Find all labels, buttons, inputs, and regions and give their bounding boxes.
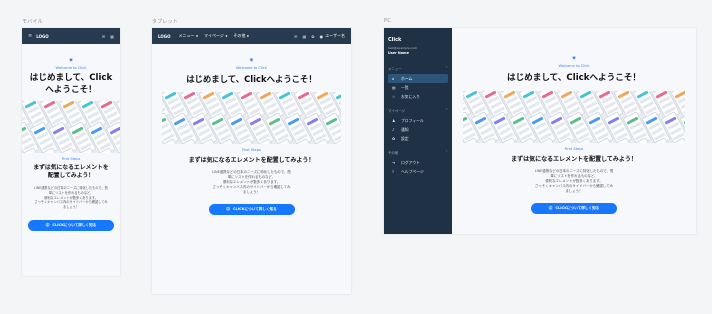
list-icon: ▤: [392, 85, 396, 90]
sidebar-item-label: お気に入り: [401, 93, 420, 99]
home-icon: ⌂: [392, 76, 395, 81]
user-menu[interactable]: ● ユーザー名: [320, 33, 345, 39]
grid-icon[interactable]: ▦: [110, 34, 114, 39]
hamburger-icon[interactable]: ≡: [28, 33, 32, 39]
section-title: まずは気になるエレメントを配置してみよう！: [511, 156, 637, 163]
sidebar-item[interactable]: ▤ 一覧: [388, 83, 448, 92]
welcome-text: Welcome to Click: [55, 66, 87, 70]
nav-other-dropdown[interactable]: その他 ▼: [233, 33, 249, 39]
mypage-section-header[interactable]: マイページ ⌃: [388, 108, 448, 113]
page-title: はじめまして、Click へようこそ！: [29, 73, 113, 95]
star-icon: ☆: [392, 94, 396, 99]
sidebar-item-label: ヘルプページ: [401, 168, 424, 174]
first-steps-label: First Steps: [61, 157, 81, 162]
other-section-header[interactable]: その他 ⌃: [388, 150, 448, 155]
sparkle-icon: ✷: [248, 57, 255, 64]
page-title: はじめまして、Clickへようこそ！: [186, 74, 317, 84]
sidebar-item[interactable]: ♟ プロフィール: [388, 116, 448, 125]
mobile-header: ≡ LOGO ✉ ▦: [22, 28, 120, 44]
section-title: まずは気になるエレメントを配置してみよう！: [188, 157, 315, 164]
logout-icon: ⇥: [392, 160, 396, 165]
mail-icon[interactable]: ✉: [102, 34, 105, 39]
sparkle-icon: ✷: [68, 57, 74, 64]
sidebar-item[interactable]: ☆ お気に入り: [388, 92, 448, 101]
pc-frame: Click test@example.com User Name メニュー ⌃ ⌂…: [384, 28, 696, 234]
chevron-up-icon: ⌃: [445, 150, 448, 154]
hero-banner-image: [162, 92, 341, 144]
label-mobile: モバイル: [22, 19, 43, 25]
menu-section-header[interactable]: メニュー ⌃: [388, 66, 448, 71]
first-steps-label: First Steps: [564, 147, 584, 151]
sidebar-item-label: プロフィール: [401, 117, 424, 123]
chevron-up-icon: ⌃: [445, 108, 448, 112]
mobile-hero: ✷ Welcome to Click はじめまして、Click へようこそ！ F…: [22, 44, 120, 231]
app-name: Click: [388, 37, 402, 43]
logo[interactable]: LOGO: [158, 34, 171, 39]
nav-mypage-dropdown[interactable]: マイページ ▼: [204, 33, 227, 39]
chevron-down-icon: ▼: [225, 34, 228, 38]
sidebar-item[interactable]: ⇥ ログアウト: [388, 158, 448, 167]
pc-sidebar: Click test@example.com User Name メニュー ⌃ ⌂…: [384, 28, 452, 234]
chevron-up-icon: ⌃: [445, 66, 448, 70]
hero-banner-image: [463, 91, 685, 143]
sidebar-item-label: 通知: [401, 126, 409, 132]
cta-button[interactable]: ⓵ CLICKについて詳しく知る: [531, 202, 617, 214]
description: LINE連携などの日本のニーズに特化したもので、簡 単にリストを作れるものなど、…: [212, 170, 291, 194]
user-email: test@example.com: [388, 46, 418, 50]
cta-button[interactable]: ⓵ CLICKについて詳しく知る: [208, 203, 295, 215]
user-name: User Name: [388, 51, 409, 55]
page-title: はじめまして、Clickへようこそ！: [506, 73, 642, 83]
pc-hero: ✷ Welcome to Click はじめまして、Clickへようこそ！ Fi…: [452, 28, 696, 214]
label-pc: PC: [384, 18, 391, 24]
bell-icon: ♪: [392, 127, 395, 132]
hero-banner-image: [22, 101, 120, 154]
grid-icon[interactable]: ▦: [302, 34, 306, 39]
sidebar-item[interactable]: ♪ 通知: [388, 125, 448, 134]
user-icon: ♟: [392, 118, 396, 123]
description: LINE連携などの日本のニーズに特化したもので、簡 単にリストを作れるものなど、…: [534, 169, 614, 193]
sidebar-item-label: ホーム: [401, 75, 413, 81]
section-title: まずは気になるエレメントを 配置してみよう！: [33, 165, 109, 180]
user-avatar-icon: ●: [319, 33, 324, 39]
welcome-text: Welcome to Click: [558, 64, 590, 68]
help-icon: ?: [392, 169, 395, 174]
welcome-text: Welcome to Click: [236, 66, 267, 70]
sidebar-item[interactable]: ? ヘルプページ: [388, 167, 448, 176]
label-tablet: タブレット: [152, 19, 179, 25]
sidebar-item-label: ログアウト: [401, 159, 420, 165]
tablet-hero: ✷ Welcome to Click はじめまして、Clickへようこそ！ Fi…: [152, 44, 351, 215]
cta-button[interactable]: ⓵ CLICKについて詳しく知る: [28, 219, 114, 231]
chevron-down-icon: ▼: [246, 34, 249, 38]
sidebar-item[interactable]: ⌂ ホーム: [388, 74, 448, 83]
mail-icon[interactable]: ✉: [294, 34, 297, 39]
logo[interactable]: LOGO: [36, 34, 49, 39]
settings-icon[interactable]: ✿: [311, 34, 314, 39]
sparkle-icon: ✷: [571, 55, 577, 62]
sidebar-item-label: 設定: [401, 135, 409, 141]
tablet-header: LOGO メニュー ▼ マイページ ▼ その他 ▼ ✉ ▦ ✿ ● ユーザー名: [152, 28, 351, 44]
gear-icon: ✿: [392, 136, 396, 141]
mobile-frame: ≡ LOGO ✉ ▦ ✷ Welcome to Click はじめまして、Cli…: [22, 28, 120, 276]
sidebar-item-label: 一覧: [401, 84, 409, 90]
sidebar-item[interactable]: ✿ 設定: [388, 134, 448, 143]
chevron-down-icon: ▼: [196, 34, 198, 38]
info-icon: ⓵: [226, 206, 230, 211]
first-steps-label: First Steps: [242, 148, 261, 152]
info-icon: ⓵: [45, 222, 50, 227]
description: LINE連携などの日本のニーズに特化したもので、簡 単にリストを作れるものなど、…: [34, 186, 108, 209]
nav-menu-dropdown[interactable]: メニュー ▼: [179, 33, 199, 39]
info-icon: ⓵: [548, 205, 553, 210]
tablet-frame: LOGO メニュー ▼ マイページ ▼ その他 ▼ ✉ ▦ ✿ ● ユーザー名 ✷ W…: [152, 28, 351, 294]
